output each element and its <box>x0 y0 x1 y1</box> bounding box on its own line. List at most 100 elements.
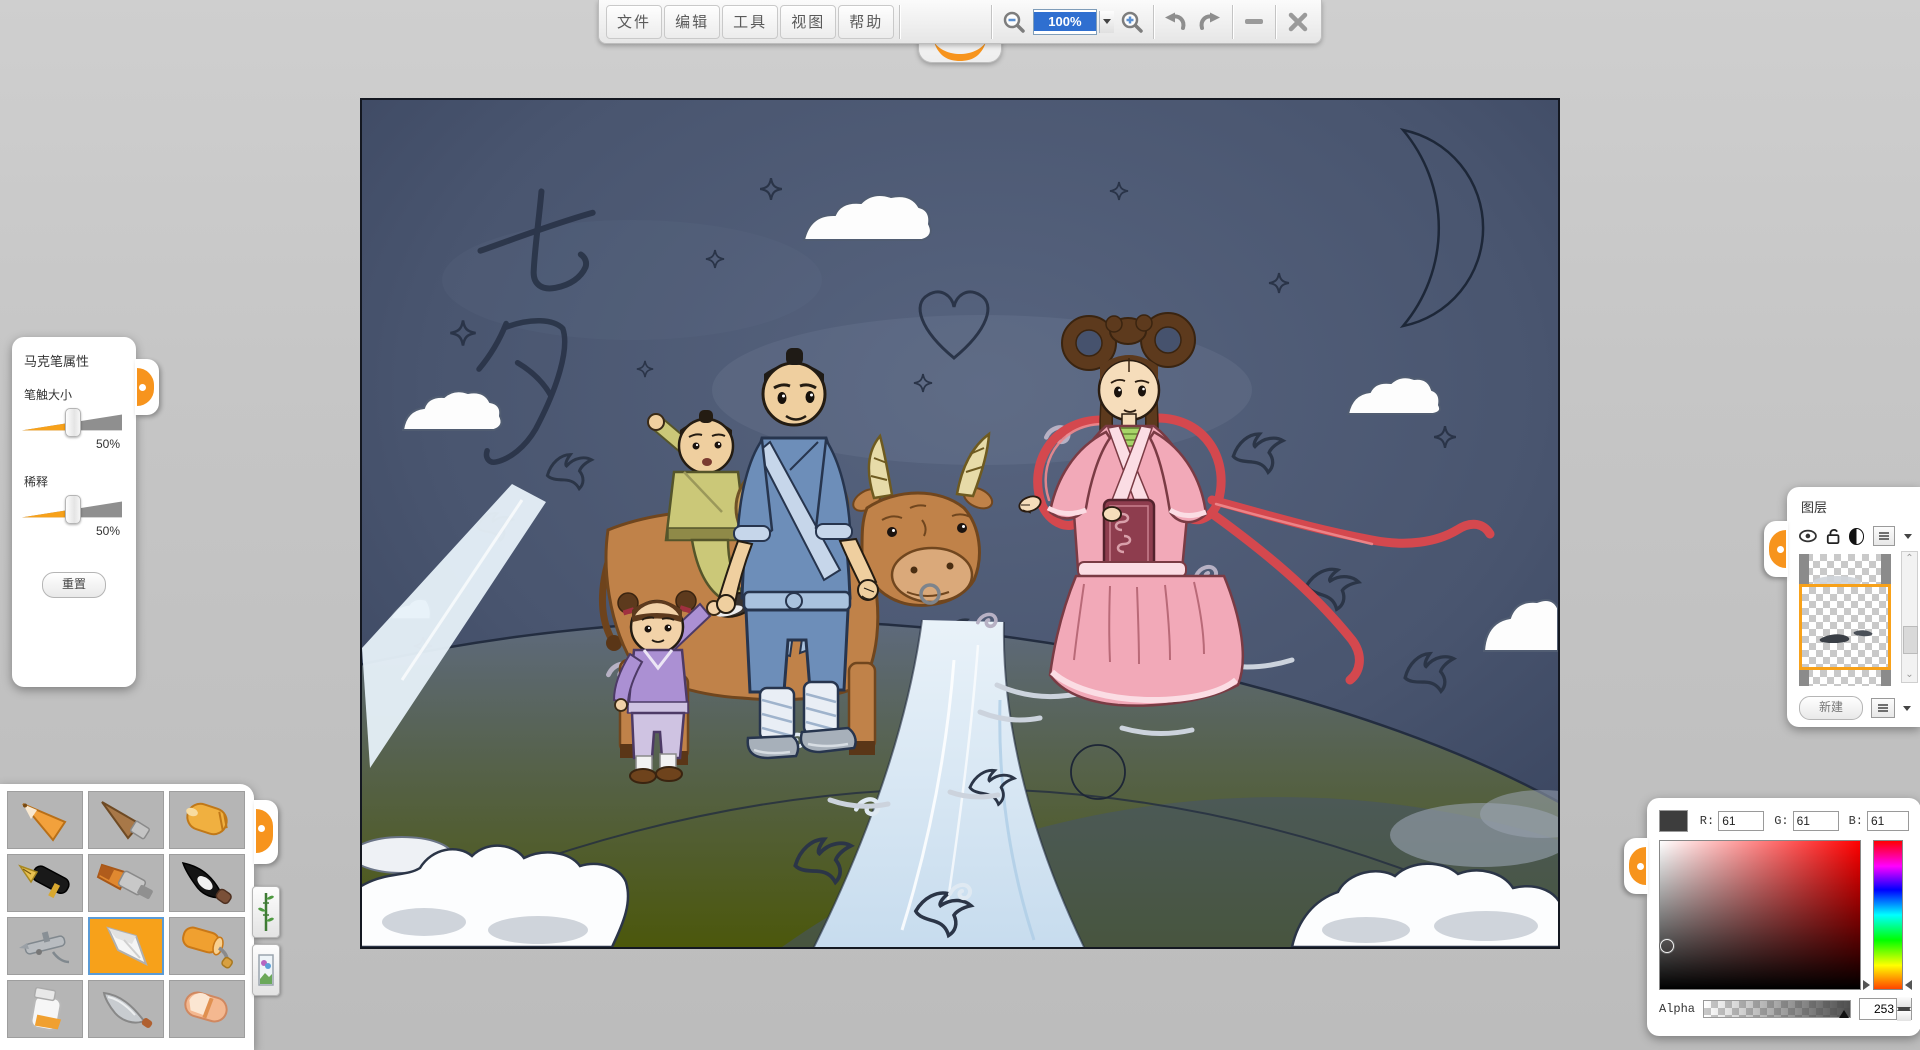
redo-button[interactable] <box>1193 6 1228 38</box>
zoom-in-icon <box>1121 11 1143 33</box>
green-label: G: <box>1774 814 1789 828</box>
layers-options-button[interactable] <box>1871 698 1895 718</box>
minimize-button[interactable] <box>1237 6 1272 38</box>
marker-icon <box>106 926 148 967</box>
red-input[interactable] <box>1718 811 1765 831</box>
app-window: 文件 编辑 工具 视图 帮助 100% 马克笔属性 笔触大小 50% 稀释 50… <box>0 0 1920 1050</box>
handle-dot <box>1777 546 1784 553</box>
layer-row-bottom[interactable] <box>1799 670 1891 686</box>
tool-ink-brush[interactable] <box>169 854 245 912</box>
layer-list-scrollbar[interactable]: ⌃ ⌄ <box>1901 551 1918 683</box>
color-panel-collapse-handle[interactable] <box>1624 838 1648 894</box>
blue-input[interactable] <box>1867 811 1909 831</box>
tool-pencil[interactable] <box>7 791 83 849</box>
drawing-canvas[interactable] <box>360 98 1560 949</box>
tool-brush-pen[interactable] <box>88 791 164 849</box>
toolbar-separator <box>899 4 901 39</box>
alpha-slider[interactable] <box>1703 1000 1852 1018</box>
tool-airbrush[interactable] <box>7 917 83 975</box>
fountain-pen-icon <box>18 864 70 899</box>
red-label: R: <box>1699 814 1715 828</box>
tool-grid <box>7 791 247 1038</box>
down-arrow-icon <box>1897 1007 1912 1021</box>
menu-file[interactable]: 文件 <box>606 4 663 39</box>
menu-help[interactable]: 帮助 <box>838 4 895 39</box>
marker-panel-collapse-handle[interactable] <box>135 359 159 415</box>
blue-label: B: <box>1848 814 1863 828</box>
layer-row-selected[interactable] <box>1799 584 1891 670</box>
toolbar-separator <box>1231 4 1233 39</box>
tool-marker[interactable] <box>88 917 164 975</box>
layer-thumbnail <box>1813 576 1861 588</box>
zoom-out-button[interactable] <box>996 6 1031 38</box>
scroll-up-icon[interactable]: ⌃ <box>1902 552 1917 566</box>
tool-palette-panel <box>0 784 278 1050</box>
alpha-handle[interactable] <box>1839 1010 1850 1018</box>
brush-size-label: 笔触大小 <box>24 388 73 402</box>
zoom-level-dropdown-button[interactable] <box>1098 10 1115 33</box>
tool-flat-brush[interactable] <box>88 854 164 912</box>
close-icon <box>1288 12 1307 31</box>
crayon-icon <box>186 802 228 836</box>
layer-visibility-eye-icon[interactable] <box>1799 529 1817 543</box>
tool-eraser[interactable] <box>169 980 245 1038</box>
layer-menu-button[interactable] <box>1873 526 1896 546</box>
layers-options-caret-icon[interactable] <box>1903 705 1911 711</box>
bamboo-stamp-button[interactable] <box>252 886 280 938</box>
brush-pen-icon <box>101 801 150 840</box>
tool-crayon[interactable] <box>169 791 245 849</box>
tool-palette-knife[interactable] <box>88 980 164 1038</box>
layers-panel-title: 图层 <box>1801 500 1828 515</box>
zoom-level-value[interactable]: 100% <box>1034 12 1096 31</box>
tool-paint-roller[interactable] <box>169 917 245 975</box>
toolbar-separator <box>1153 4 1155 39</box>
layer-edge <box>1881 554 1891 584</box>
palette-knife-icon <box>102 991 153 1028</box>
tool-paint-tube[interactable] <box>7 980 83 1038</box>
slider-handle[interactable] <box>65 408 81 437</box>
hue-slider[interactable] <box>1873 840 1903 990</box>
menu-view[interactable]: 视图 <box>780 4 837 39</box>
scroll-thumb[interactable] <box>1903 626 1918 654</box>
dilution-value: 50% <box>95 524 120 538</box>
layers-panel: 图层 ⌃ ⌄ 新建 <box>1764 487 1920 727</box>
tool-fountain-pen[interactable] <box>7 854 83 912</box>
menu-tools[interactable]: 工具 <box>722 4 779 39</box>
undo-button[interactable] <box>1158 6 1193 38</box>
tool-palette-collapse-handle[interactable] <box>254 800 278 864</box>
layer-blend-icon[interactable] <box>1849 527 1865 545</box>
menu-edit[interactable]: 编辑 <box>664 4 721 39</box>
sv-cursor[interactable] <box>1660 939 1674 953</box>
zoom-out-icon <box>1003 11 1025 33</box>
toolbar-separator <box>1275 4 1277 39</box>
layer-menu-caret-icon[interactable] <box>1904 533 1913 539</box>
zoom-level-combobox[interactable]: 100% <box>1033 8 1097 35</box>
minimize-icon <box>1244 19 1263 24</box>
chevron-down-icon <box>1103 19 1112 24</box>
green-input[interactable] <box>1792 811 1839 831</box>
paint-tube-icon <box>30 986 62 1031</box>
dilution-slider[interactable] <box>22 495 122 524</box>
saturation-value-picker[interactable] <box>1659 840 1861 990</box>
hue-marker-left-icon[interactable] <box>1863 980 1870 990</box>
current-color-swatch <box>1659 810 1688 832</box>
close-button[interactable] <box>1280 6 1315 38</box>
alpha-input[interactable] <box>1860 999 1897 1019</box>
brush-size-slider[interactable] <box>22 408 122 437</box>
layers-panel-collapse-handle[interactable] <box>1764 521 1788 577</box>
layer-unlock-icon[interactable] <box>1826 527 1840 545</box>
alpha-step-down-button[interactable] <box>1897 1007 1912 1021</box>
bamboo-stamp-icon <box>258 893 274 931</box>
new-layer-button[interactable]: 新建 <box>1799 696 1863 720</box>
redo-icon <box>1199 12 1221 30</box>
picture-stamp-button[interactable] <box>252 944 280 996</box>
main-toolbar: 文件 编辑 工具 视图 帮助 100% <box>598 0 1322 44</box>
paint-roller-icon <box>182 926 233 969</box>
hue-marker-right-icon[interactable] <box>1905 980 1912 990</box>
layer-edge <box>1799 670 1809 686</box>
scroll-down-icon[interactable]: ⌄ <box>1902 668 1917 682</box>
slider-handle[interactable] <box>65 495 81 524</box>
layer-row-top[interactable] <box>1799 554 1891 588</box>
zoom-in-button[interactable] <box>1114 6 1149 38</box>
reset-button[interactable]: 重置 <box>42 572 106 598</box>
